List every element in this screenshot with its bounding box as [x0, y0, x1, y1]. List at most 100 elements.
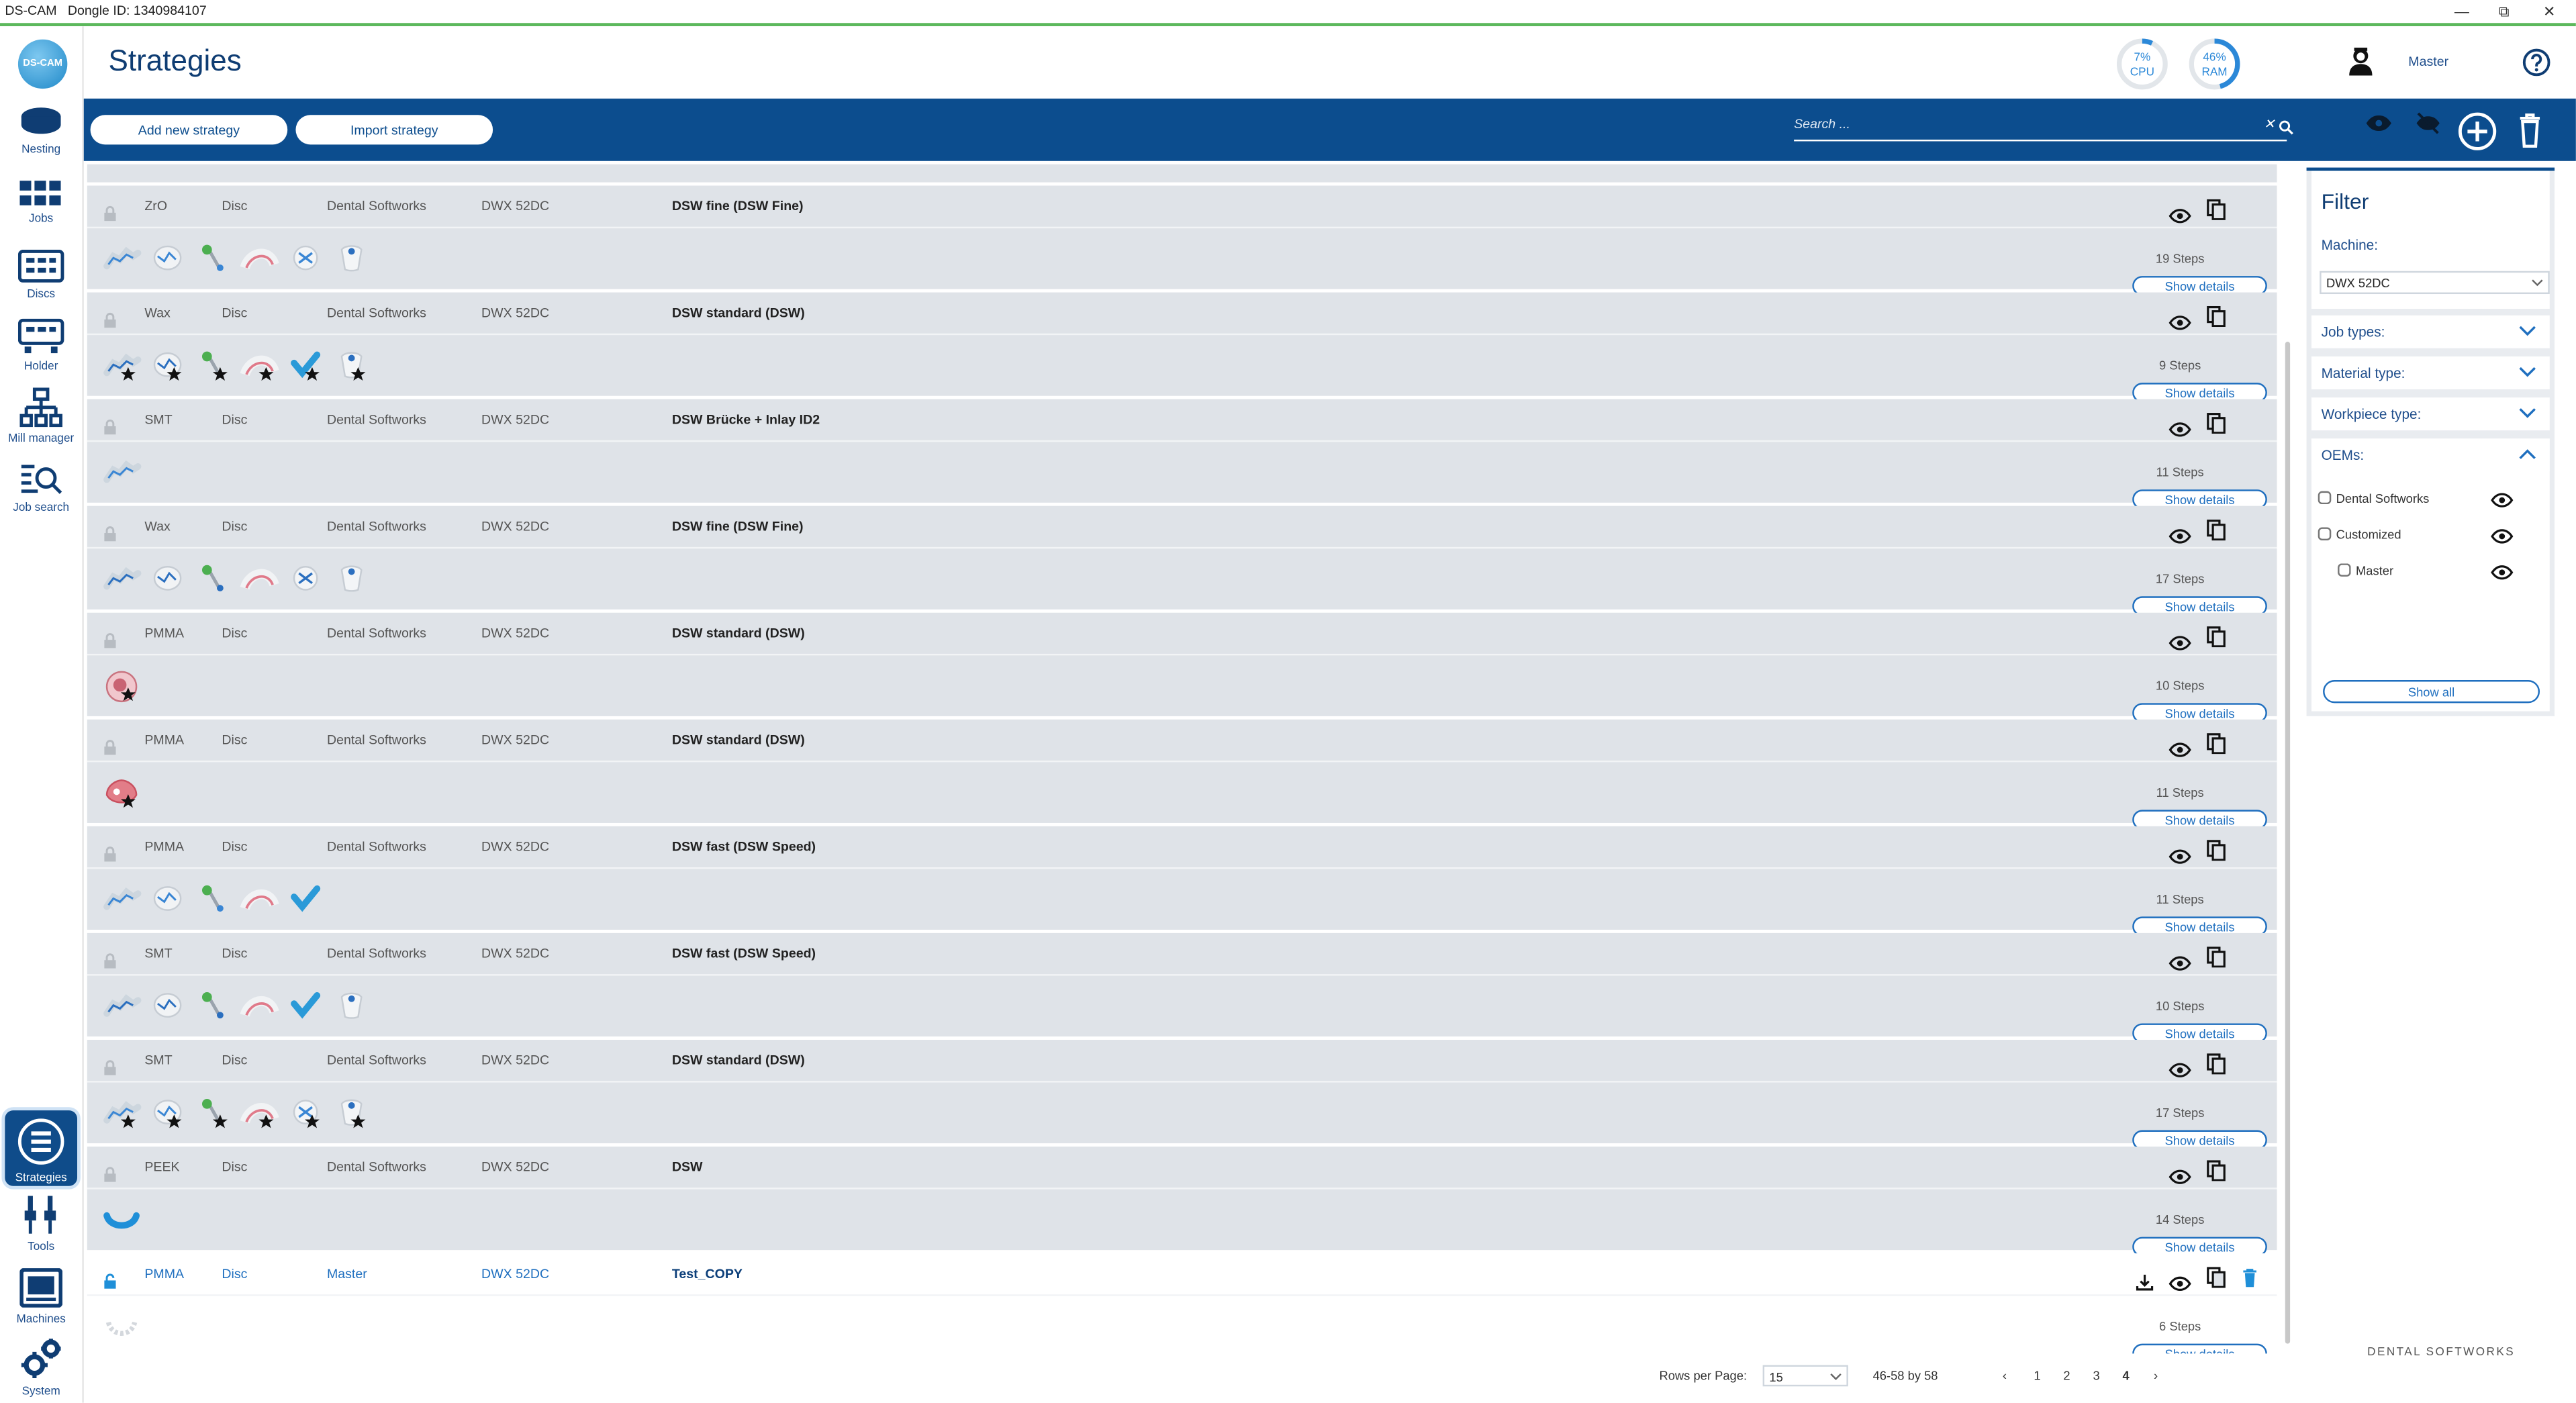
- nav-mill-manager[interactable]: Mill manager: [0, 387, 82, 445]
- list-scrollbar[interactable]: [2285, 341, 2291, 1344]
- clear-search-icon[interactable]: ✕: [2264, 117, 2275, 132]
- view-eye-icon[interactable]: [2168, 1276, 2191, 1291]
- show-all-eye-icon[interactable]: [2366, 115, 2392, 132]
- job-type-icon: [286, 242, 326, 283]
- strategy-row[interactable]: PMMA Disc Dental Softworks DWX 52DC DSW stan…: [87, 719, 2277, 830]
- copy-icon[interactable]: [2206, 412, 2226, 434]
- filter-workpiece-type[interactable]: Workpiece type:: [2311, 397, 2550, 431]
- discs-icon: [17, 249, 64, 283]
- strategy-row[interactable]: SMT Disc Dental Softworks DWX 52DC DSW stand…: [87, 1039, 2277, 1150]
- job-type-icon: [102, 348, 142, 389]
- copy-icon[interactable]: [2206, 1267, 2226, 1288]
- view-eye-icon[interactable]: [2168, 636, 2191, 650]
- checkbox[interactable]: [2338, 563, 2351, 577]
- view-eye-icon[interactable]: [2168, 1169, 2191, 1184]
- view-eye-icon[interactable]: [2168, 1063, 2191, 1077]
- eye-icon[interactable]: [2491, 565, 2514, 580]
- show-all-button[interactable]: Show all: [2323, 680, 2540, 704]
- view-eye-icon[interactable]: [2168, 209, 2191, 224]
- add-strategy-button[interactable]: Add new strategy: [90, 115, 288, 145]
- steps-count: 11 Steps: [2156, 465, 2204, 480]
- main-sidebar: DS-CAM Nesting Jobs Discs Holder Mill ma…: [0, 26, 84, 1403]
- oem-checkbox-dental-softworks[interactable]: Dental Softworks: [2318, 491, 2429, 506]
- nav-holder[interactable]: Holder: [0, 318, 82, 373]
- checkbox[interactable]: [2318, 527, 2332, 541]
- checkbox[interactable]: [2318, 491, 2332, 505]
- view-eye-icon[interactable]: [2168, 742, 2191, 757]
- view-eye-icon[interactable]: [2168, 422, 2191, 437]
- copy-icon[interactable]: [2206, 1160, 2226, 1181]
- oem-checkbox-master[interactable]: Master: [2338, 563, 2393, 578]
- prev-page-icon[interactable]: ‹: [2003, 1368, 2007, 1383]
- page-link-3[interactable]: 3: [2093, 1368, 2099, 1383]
- nav-system[interactable]: System: [0, 1337, 82, 1398]
- user-name[interactable]: Master: [2408, 54, 2448, 69]
- rows-per-page-select[interactable]: 15: [1762, 1365, 1848, 1387]
- page-link-2[interactable]: 2: [2063, 1368, 2070, 1383]
- view-eye-icon[interactable]: [2168, 316, 2191, 330]
- oem-cell: Dental Softworks: [326, 519, 426, 534]
- view-eye-icon[interactable]: [2168, 956, 2191, 971]
- add-circle-icon[interactable]: [2458, 111, 2497, 151]
- next-page-icon[interactable]: ›: [2154, 1368, 2158, 1383]
- nav-nesting[interactable]: Nesting: [0, 105, 82, 156]
- machine-select[interactable]: DWX 52DC: [2320, 271, 2550, 295]
- user-avatar-icon[interactable]: [2348, 46, 2374, 76]
- lock-icon: [104, 312, 116, 328]
- strategy-row[interactable]: Wax Disc Dental Softworks DWX 52DC DSW fine …: [87, 505, 2277, 616]
- strategy-row[interactable]: PMMA Disc Master DWX 52DC Test_COPY 6 Steps Sh…: [87, 1253, 2277, 1354]
- job-type-icon: [240, 562, 279, 603]
- view-eye-icon[interactable]: [2168, 849, 2191, 864]
- show-details-button[interactable]: Show details: [2132, 1343, 2267, 1354]
- oem-checkbox-customized[interactable]: Customized: [2318, 527, 2401, 542]
- copy-icon[interactable]: [2206, 305, 2226, 328]
- delete-icon[interactable]: [2518, 111, 2541, 148]
- copy-icon[interactable]: [2206, 199, 2226, 221]
- strategy-row[interactable]: PMMA Disc Dental Softworks DWX 52DC DSW stan…: [87, 612, 2277, 723]
- copy-icon[interactable]: [2206, 839, 2226, 861]
- strategy-row[interactable]: PMMA Disc Dental Softworks DWX 52DC DSW fast…: [87, 826, 2277, 936]
- lock-status: [103, 838, 117, 879]
- search-icon[interactable]: [2279, 120, 2293, 135]
- nav-strategies[interactable]: Strategies: [5, 1110, 78, 1186]
- filter-oems[interactable]: OEMs:: [2311, 438, 2550, 472]
- restore-icon[interactable]: ⧉: [2499, 0, 2510, 23]
- nav-job-search[interactable]: Job search: [0, 463, 82, 514]
- search-input[interactable]: [1794, 116, 2238, 132]
- nav-machines[interactable]: Machines: [0, 1268, 82, 1326]
- delete-icon[interactable]: [2242, 1268, 2257, 1288]
- star-icon: [350, 367, 366, 381]
- machine-cell: DWX 52DC: [481, 732, 550, 748]
- job-type-icon: [286, 1096, 326, 1136]
- filter-material-type[interactable]: Material type:: [2311, 356, 2550, 389]
- nav-tools[interactable]: Tools: [0, 1196, 82, 1253]
- crown-icon: [153, 993, 182, 1018]
- copy-icon[interactable]: [2206, 1053, 2226, 1075]
- strategy-row[interactable]: Wax Disc Dental Softworks DWX 52DC DSW stand…: [87, 292, 2277, 403]
- copy-icon[interactable]: [2206, 626, 2226, 648]
- page-link-1[interactable]: 1: [2034, 1368, 2040, 1383]
- copy-icon[interactable]: [2206, 732, 2226, 755]
- nav-jobs[interactable]: Jobs: [0, 181, 82, 225]
- eye-icon[interactable]: [2491, 493, 2514, 507]
- download-icon[interactable]: [2136, 1273, 2154, 1291]
- nav-label: System: [21, 1386, 60, 1398]
- filter-job-types[interactable]: Job types:: [2311, 315, 2550, 348]
- import-strategy-button[interactable]: Import strategy: [295, 115, 493, 145]
- strategy-row[interactable]: ZrO Disc Dental Softworks DWX 52DC DSW fine …: [87, 185, 2277, 296]
- strategy-row[interactable]: SMT Disc Dental Softworks DWX 52DC DSW fast …: [87, 932, 2277, 1043]
- page-link-4[interactable]: 4: [2123, 1368, 2130, 1383]
- view-eye-icon[interactable]: [2168, 529, 2191, 544]
- strategy-row[interactable]: SMT Disc Dental Softworks DWX 52DC DSW Brück…: [87, 399, 2277, 510]
- copy-icon[interactable]: [2206, 519, 2226, 541]
- hide-eye-icon[interactable]: [2415, 111, 2441, 134]
- strategy-row[interactable]: PEEK Disc Dental Softworks DWX 52DC DSW 14 St…: [87, 1147, 2277, 1257]
- help-icon[interactable]: [2522, 48, 2551, 77]
- minimize-icon[interactable]: —: [2454, 0, 2469, 23]
- close-window-icon[interactable]: ✕: [2543, 0, 2555, 23]
- crown-icon: [153, 565, 182, 591]
- nav-discs[interactable]: Discs: [0, 249, 82, 301]
- eye-icon[interactable]: [2491, 529, 2514, 544]
- copy-icon[interactable]: [2206, 946, 2226, 968]
- strategy-list: ZrO Disc Dental Softworks DWX 52DC DSW fine …: [87, 164, 2279, 1354]
